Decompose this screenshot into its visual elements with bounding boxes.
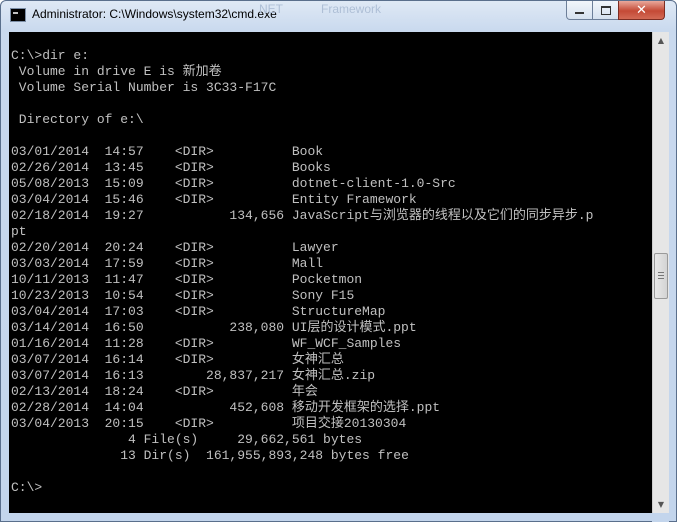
vertical-scrollbar[interactable]: ▲ ▼ bbox=[652, 32, 669, 513]
console-line: 03/14/2014 16:50 238,080 UI层的设计模式.ppt bbox=[11, 320, 417, 335]
minimize-icon bbox=[575, 12, 584, 14]
maximize-icon bbox=[600, 5, 611, 15]
console-line: C:\> bbox=[11, 480, 43, 495]
background-window-text: NET bbox=[259, 2, 283, 16]
console-line: 10/11/2013 11:47 <DIR> Pocketmon bbox=[11, 272, 363, 287]
console-line: 03/03/2014 17:59 <DIR> Mall bbox=[11, 256, 324, 271]
close-icon: ✕ bbox=[636, 2, 647, 18]
console-line: 03/07/2014 16:13 28,837,217 女神汇总.zip bbox=[11, 368, 376, 383]
console-line: 03/07/2014 16:14 <DIR> 女神汇总 bbox=[11, 352, 344, 367]
console-line: pt bbox=[11, 224, 27, 239]
scroll-down-icon[interactable]: ▼ bbox=[653, 496, 669, 513]
console-line: 13 Dir(s) 161,955,893,248 bytes free bbox=[11, 448, 409, 463]
console-line: Volume Serial Number is 3C33-F17C bbox=[11, 80, 277, 95]
console-line: C:\>dir e: bbox=[11, 48, 90, 63]
console-line: 4 File(s) 29,662,561 bytes bbox=[11, 432, 363, 447]
grip-line bbox=[658, 272, 664, 273]
resize-corner[interactable] bbox=[652, 513, 669, 522]
console-line: 03/04/2014 17:03 <DIR> StructureMap bbox=[11, 304, 386, 319]
console-line: 02/28/2014 14:04 452,608 移动开发框架的选择.ppt bbox=[11, 400, 441, 415]
cmd-window: Administrator: C:\Windows\system32\cmd.e… bbox=[0, 0, 677, 522]
background-window-text: Framework bbox=[321, 2, 382, 16]
console-output[interactable]: C:\>dir e: Volume in drive E is 新加卷 Volu… bbox=[9, 32, 652, 513]
console-line: 03/01/2014 14:57 <DIR> Book bbox=[11, 144, 324, 159]
grip-line bbox=[658, 278, 664, 279]
title-bar[interactable]: Administrator: C:\Windows\system32\cmd.e… bbox=[1, 1, 676, 33]
console-line: 02/20/2014 20:24 <DIR> Lawyer bbox=[11, 240, 339, 255]
console-line: 02/18/2014 19:27 134,656 JavaScript与浏览器的… bbox=[11, 208, 594, 223]
maximize-button[interactable] bbox=[592, 1, 619, 20]
console-line: Volume in drive E is 新加卷 bbox=[11, 64, 222, 79]
console-line: 10/23/2013 10:54 <DIR> Sony F15 bbox=[11, 288, 355, 303]
console-line: 03/04/2014 15:46 <DIR> Entity Framework bbox=[11, 192, 417, 207]
console-line: 01/16/2014 11:28 <DIR> WF_WCF_Samples bbox=[11, 336, 402, 351]
console-line: 02/13/2014 18:24 <DIR> 年会 bbox=[11, 384, 318, 399]
console-line: Directory of e:\ bbox=[11, 112, 144, 127]
scroll-up-icon[interactable]: ▲ bbox=[653, 32, 669, 49]
console-line: 05/08/2013 15:09 <DIR> dotnet-client-1.0… bbox=[11, 176, 456, 191]
console-line: 03/04/2013 20:15 <DIR> 项目交接20130304 bbox=[11, 416, 407, 431]
minimize-button[interactable] bbox=[566, 1, 593, 20]
close-button[interactable]: ✕ bbox=[618, 1, 665, 20]
window-title: Administrator: C:\Windows\system32\cmd.e… bbox=[32, 7, 277, 21]
console-app-icon[interactable] bbox=[10, 8, 26, 22]
grip-line bbox=[658, 275, 664, 276]
console-line: 02/26/2014 13:45 <DIR> Books bbox=[11, 160, 331, 175]
scrollbar-thumb[interactable] bbox=[654, 253, 668, 299]
